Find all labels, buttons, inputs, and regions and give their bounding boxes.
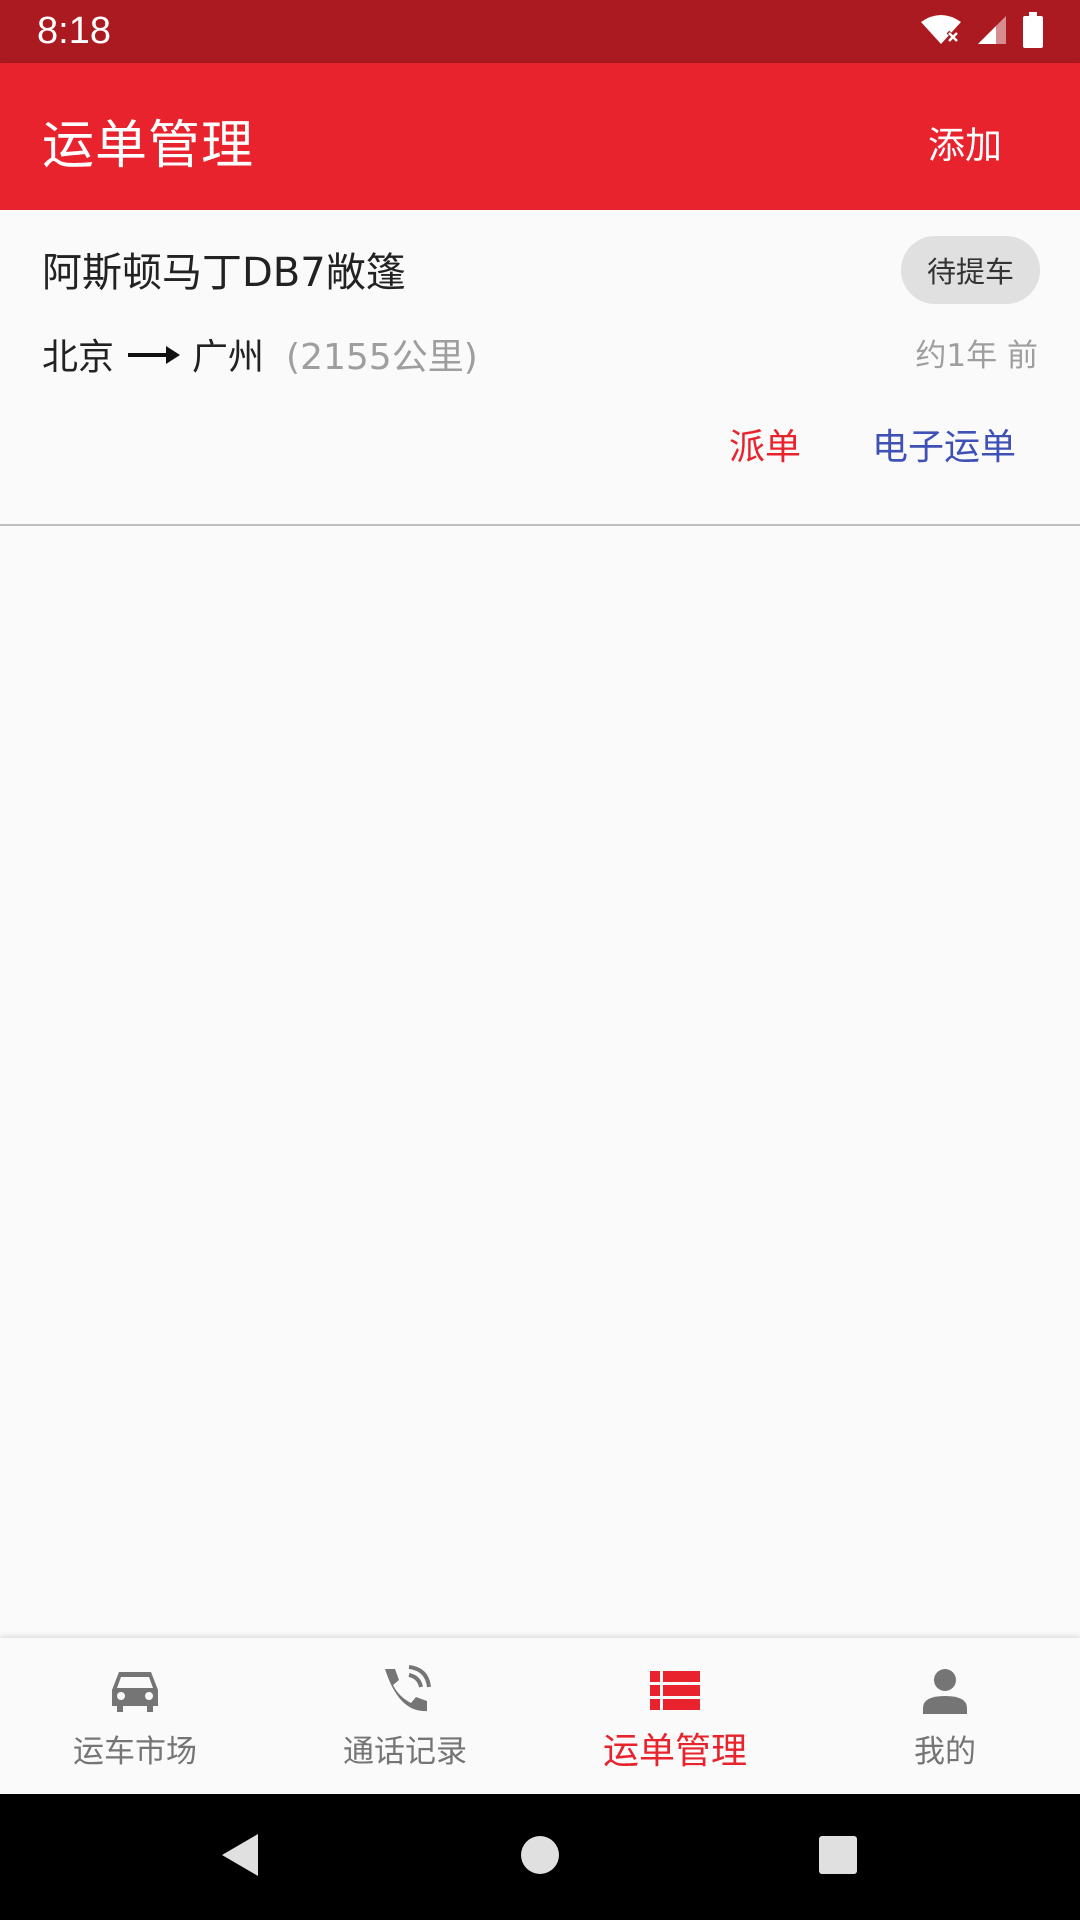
nav-label: 我的 [914, 1734, 976, 1770]
e-waybill-button[interactable]: 电子运单 [872, 418, 1016, 470]
route: 北京 广州 (2155公里) [42, 328, 478, 380]
person-icon [922, 1664, 968, 1718]
system-nav-bar [0, 1794, 1080, 1920]
add-button[interactable]: 添加 [928, 115, 1002, 169]
nav-label: 运单管理 [602, 1731, 747, 1772]
wifi-icon [920, 14, 962, 50]
status-time: 8:18 [37, 10, 111, 52]
nav-item-calls[interactable]: 通话记录 [270, 1638, 540, 1794]
destination-city: 广州 [192, 337, 265, 378]
home-button[interactable] [500, 1794, 580, 1920]
signal-icon [976, 14, 1008, 50]
recents-button[interactable] [798, 1794, 878, 1920]
battery-icon [1022, 12, 1044, 52]
recents-icon [818, 1835, 858, 1879]
car-name: 阿斯顿马丁DB7敞篷 [42, 250, 406, 296]
phone-icon [379, 1664, 431, 1718]
back-icon [220, 1832, 260, 1882]
nav-label: 通话记录 [343, 1734, 467, 1770]
car-icon [109, 1664, 161, 1718]
status-icons [920, 12, 1044, 52]
nav-item-market[interactable]: 运车市场 [0, 1638, 270, 1794]
home-icon [520, 1835, 560, 1879]
back-button[interactable] [200, 1794, 280, 1920]
status-bar: 8:18 [0, 0, 1080, 63]
list-icon [650, 1664, 700, 1718]
page-title: 运单管理 [42, 116, 255, 176]
app-bar: 运单管理 添加 [0, 63, 1080, 210]
nav-item-me[interactable]: 我的 [810, 1638, 1080, 1794]
bottom-nav: 运车市场 通话记录 运单管理 我的 [0, 1638, 1080, 1794]
time-ago: 约1年 前 [915, 338, 1038, 374]
distance: (2155公里) [286, 337, 478, 378]
status-badge: 待提车 [901, 236, 1040, 304]
arrow-right-icon [128, 334, 181, 375]
nav-item-orders[interactable]: 运单管理 [540, 1638, 810, 1794]
nav-label: 运车市场 [73, 1734, 197, 1770]
origin-city: 北京 [42, 337, 115, 378]
order-card[interactable]: 阿斯顿马丁DB7敞篷 待提车 北京 广州 (2155公里) 约1年 前 派单 电… [0, 210, 1080, 526]
dispatch-button[interactable]: 派单 [729, 418, 801, 470]
